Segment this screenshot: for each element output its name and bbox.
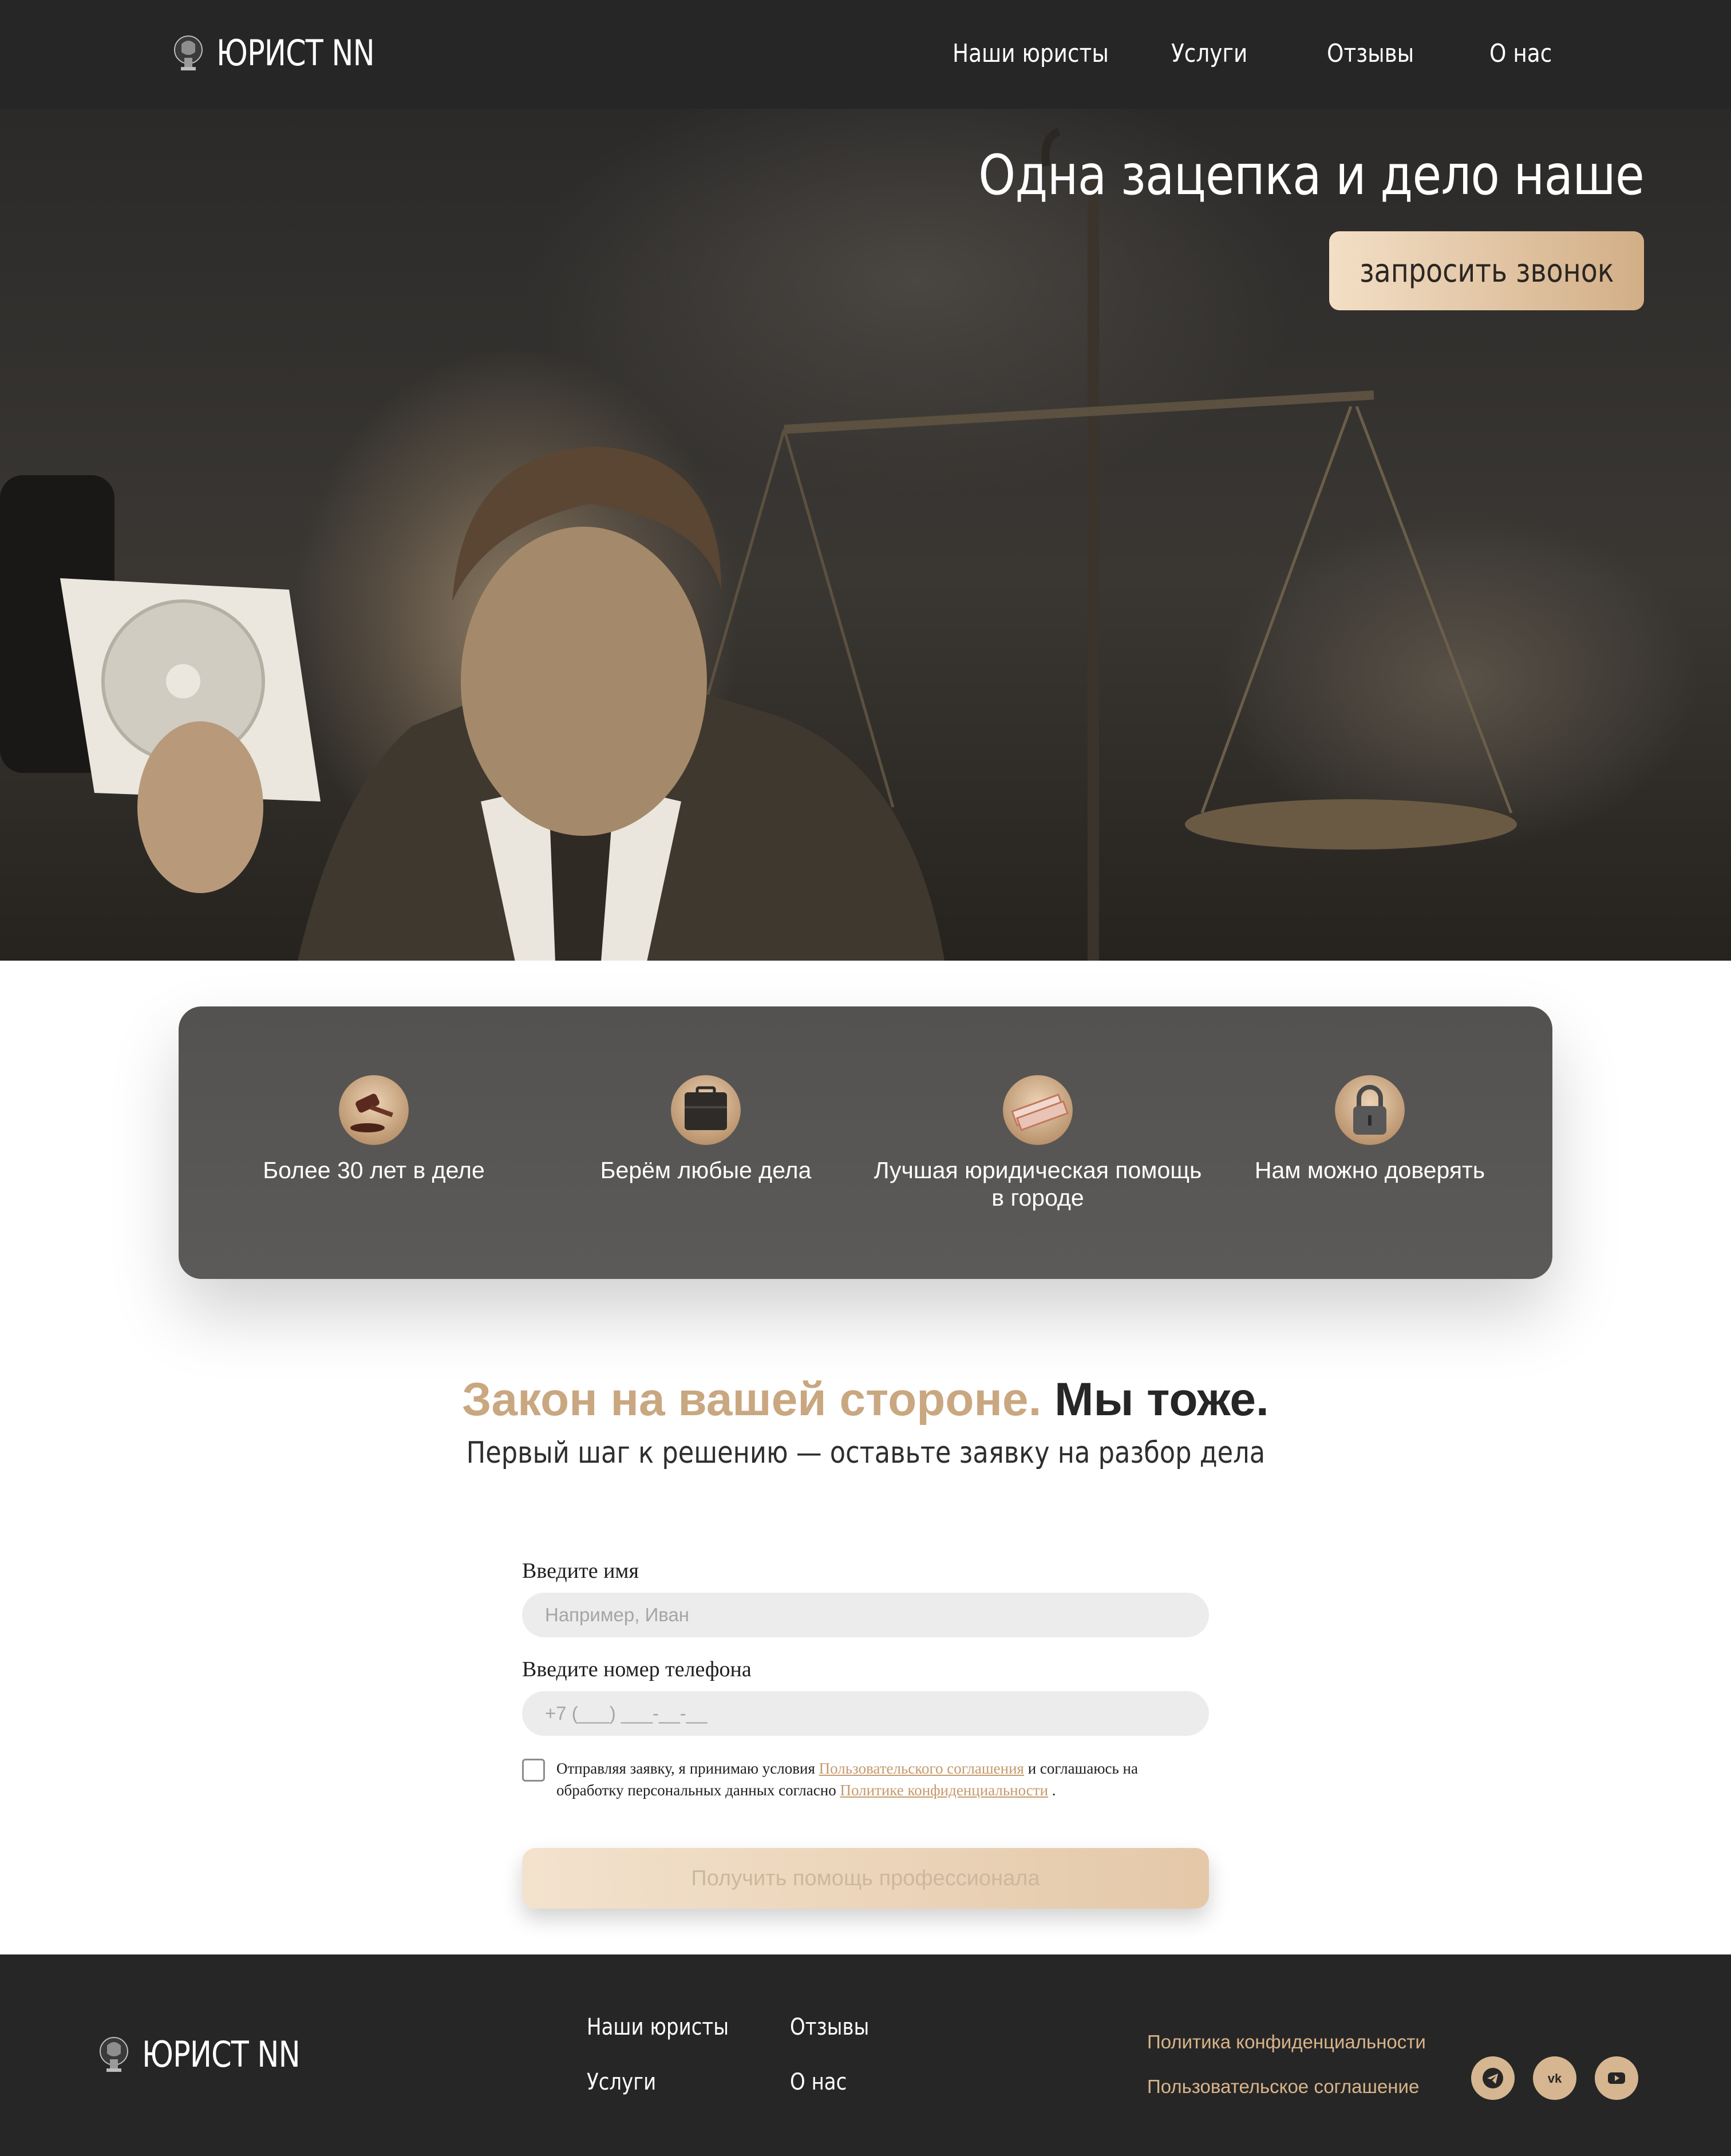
request-call-label: запросить звонок <box>1359 252 1614 290</box>
headline-accent: Закон на вашей стороне. <box>462 1373 1042 1426</box>
feature-trust: Нам можно доверять <box>1198 1075 1542 1184</box>
youtube-icon <box>1608 2072 1625 2084</box>
footer-privacy-link[interactable]: Политика конфиденциальности <box>1147 2031 1426 2053</box>
footer-link-about[interactable]: О нас <box>790 2069 847 2095</box>
submit-button[interactable]: Получить помощь профессионала <box>522 1848 1209 1909</box>
vk-button[interactable]: vk <box>1533 2056 1576 2100</box>
consent-text: Отправляя заявку, я принимаю условия Пол… <box>556 1758 1209 1801</box>
phone-input[interactable] <box>522 1691 1209 1736</box>
nav-link-reviews[interactable]: Отзывы <box>1327 39 1414 68</box>
site-header: ЮРИСТ NN Наши юристы Услуги Отзывы О нас <box>0 0 1731 109</box>
feature-label: Берём любые дела <box>600 1157 812 1183</box>
feature-label: Нам можно доверять <box>1254 1157 1485 1183</box>
briefcase-icon <box>671 1075 741 1145</box>
consent-text-after: . <box>1052 1782 1056 1799</box>
padlock-icon <box>1335 1075 1405 1145</box>
gavel-icon <box>339 1075 409 1145</box>
name-input[interactable] <box>522 1593 1209 1637</box>
features-panel: Более 30 лет в деле Берём любые дела Луч… <box>179 1006 1552 1279</box>
nav-link-about[interactable]: О нас <box>1489 39 1552 68</box>
svg-text:vk: vk <box>1548 2071 1562 2086</box>
consent-checkbox[interactable] <box>522 1759 545 1782</box>
main-nav: Наши юристы Услуги Отзывы О нас <box>0 39 1731 73</box>
consent-text-before: Отправляя заявку, я принимаю условия <box>556 1760 815 1777</box>
phone-label: Введите номер телефона <box>522 1657 752 1681</box>
privacy-policy-link[interactable]: Политике конфиденциальности <box>840 1782 1048 1799</box>
lawyer-emblem-icon <box>100 2036 128 2072</box>
headline-rest: Мы тоже. <box>1054 1373 1269 1426</box>
hero-title: Одна зацепка и дело наше <box>978 143 1644 207</box>
vk-icon: vk <box>1548 2071 1562 2086</box>
youtube-button[interactable] <box>1595 2056 1638 2100</box>
nav-link-services[interactable]: Услуги <box>1171 39 1247 68</box>
feature-label: Лучшая юридическая помощь в городе <box>874 1157 1202 1211</box>
feature-any-cases: Берём любые дела <box>534 1075 878 1184</box>
telegram-button[interactable] <box>1471 2056 1515 2100</box>
telegram-icon <box>1483 2068 1503 2088</box>
section-headline: Закон на вашей стороне. Мы тоже. <box>0 1373 1731 1427</box>
hero-banner: Одна зацепка и дело наше запросить звоно… <box>0 109 1731 961</box>
feature-label: Более 30 лет в деле <box>263 1157 485 1183</box>
feature-experience: Более 30 лет в деле <box>202 1075 546 1184</box>
name-label: Введите имя <box>522 1559 639 1583</box>
footer-link-reviews[interactable]: Отзывы <box>790 2014 869 2040</box>
user-agreement-link[interactable]: Пользовательского соглашения <box>819 1760 1024 1777</box>
section-subtitle-text: Первый шаг к решению — оставьте заявку н… <box>466 1436 1265 1470</box>
feature-best-help: Лучшая юридическая помощь в городе <box>866 1075 1210 1211</box>
site-footer: ЮРИСТ NN Наши юристы Отзывы Услуги О нас… <box>0 1954 1731 2156</box>
nav-link-lawyers[interactable]: Наши юристы <box>953 39 1109 68</box>
footer-link-lawyers[interactable]: Наши юристы <box>587 2014 729 2040</box>
section-subtitle: Первый шаг к решению — оставьте заявку н… <box>0 1436 1731 1470</box>
money-icon <box>1003 1075 1073 1145</box>
footer-link-services[interactable]: Услуги <box>587 2069 656 2095</box>
footer-agreement-link[interactable]: Пользовательское соглашение <box>1147 2076 1419 2098</box>
footer-logo[interactable]: ЮРИСТ NN <box>97 2033 334 2075</box>
logo-text: ЮРИСТ NN <box>142 2033 301 2075</box>
request-call-button[interactable]: запросить звонок <box>1329 231 1644 310</box>
